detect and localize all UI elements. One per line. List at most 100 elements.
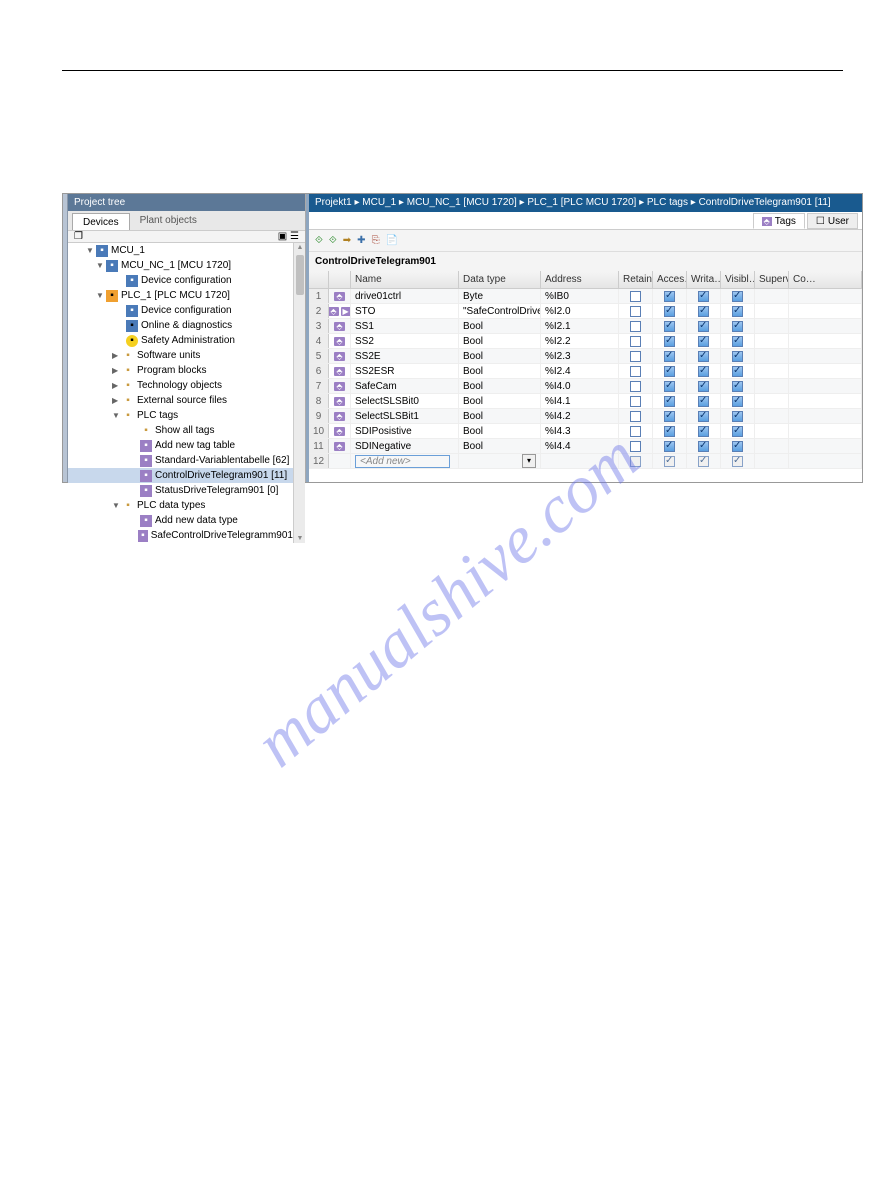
- col-visible[interactable]: Visibl…: [721, 271, 755, 288]
- tree-node[interactable]: ▶▪Software units: [68, 348, 293, 363]
- tree-scrollbar[interactable]: [293, 243, 305, 543]
- visib-checkbox[interactable]: [732, 456, 743, 467]
- tree-node[interactable]: ▪Safety Administration: [68, 333, 293, 348]
- col-supervis[interactable]: Supervis…: [755, 271, 789, 288]
- retain-checkbox[interactable]: [630, 366, 641, 377]
- retain-checkbox[interactable]: [630, 336, 641, 347]
- table-row[interactable]: 1⬘drive01ctrlByte%IB0: [309, 289, 862, 304]
- access-checkbox[interactable]: [664, 411, 675, 422]
- tree-node[interactable]: ▼▪PLC tags: [68, 408, 293, 423]
- access-checkbox[interactable]: [664, 396, 675, 407]
- retain-checkbox[interactable]: [630, 441, 641, 452]
- access-checkbox[interactable]: [664, 426, 675, 437]
- table-row[interactable]: 5⬘SS2EBool%I2.3: [309, 349, 862, 364]
- col-comment[interactable]: Co…: [789, 271, 862, 288]
- tree-node[interactable]: ▪StatusDriveTelegram901 [0]: [68, 483, 293, 498]
- tree-node[interactable]: ▶▪External source files: [68, 393, 293, 408]
- retain-checkbox[interactable]: [630, 411, 641, 422]
- visib-checkbox[interactable]: [732, 441, 743, 452]
- visib-checkbox[interactable]: [732, 426, 743, 437]
- col-address[interactable]: Address: [541, 271, 619, 288]
- tab-devices[interactable]: Devices: [72, 213, 130, 230]
- retain-checkbox[interactable]: [630, 456, 641, 467]
- visib-checkbox[interactable]: [732, 396, 743, 407]
- tree-node[interactable]: ▪Add new data type: [68, 513, 293, 528]
- tree-node[interactable]: ▪Device configuration: [68, 303, 293, 318]
- visib-checkbox[interactable]: [732, 366, 743, 377]
- retain-checkbox[interactable]: [630, 306, 641, 317]
- tree-node[interactable]: ▼▪PLC data types: [68, 498, 293, 513]
- table-row[interactable]: 11⬘SDINegativeBool%I4.4: [309, 439, 862, 454]
- tb-icon-3[interactable]: ➡: [343, 235, 351, 246]
- tb-icon-2[interactable]: ⟐: [329, 235, 337, 246]
- access-checkbox[interactable]: [664, 321, 675, 332]
- tree-node[interactable]: ▪Online & diagnostics: [68, 318, 293, 333]
- writa-checkbox[interactable]: [698, 396, 709, 407]
- access-checkbox[interactable]: [664, 351, 675, 362]
- tree-node[interactable]: ▶▪Technology objects: [68, 378, 293, 393]
- tb-icon-4[interactable]: ✚: [357, 235, 365, 246]
- tree-expand-icon[interactable]: ▣ ☰: [278, 231, 299, 242]
- tb-icon-1[interactable]: ⟐: [315, 235, 323, 246]
- writa-checkbox[interactable]: [698, 411, 709, 422]
- visib-checkbox[interactable]: [732, 411, 743, 422]
- visib-checkbox[interactable]: [732, 351, 743, 362]
- writa-checkbox[interactable]: [698, 441, 709, 452]
- col-access[interactable]: Acces…: [653, 271, 687, 288]
- breadcrumb[interactable]: Projekt1 ▸ MCU_1 ▸ MCU_NC_1 [MCU 1720] ▸…: [309, 194, 862, 212]
- access-checkbox[interactable]: [664, 336, 675, 347]
- access-checkbox[interactable]: [664, 366, 675, 377]
- retain-checkbox[interactable]: [630, 426, 641, 437]
- tab-plant-objects[interactable]: Plant objects: [130, 211, 207, 230]
- table-row[interactable]: 4⬘SS2Bool%I2.2: [309, 334, 862, 349]
- retain-checkbox[interactable]: [630, 321, 641, 332]
- retain-checkbox[interactable]: [630, 381, 641, 392]
- table-row[interactable]: 9⬘SelectSLSBit1Bool%I4.2: [309, 409, 862, 424]
- writa-checkbox[interactable]: [698, 291, 709, 302]
- table-row[interactable]: 7⬘SafeCamBool%I4.0: [309, 379, 862, 394]
- add-new-input[interactable]: <Add new>: [355, 455, 450, 468]
- table-row[interactable]: 2⬘▶STO"SafeControlDriveTel…%I2.0: [309, 304, 862, 319]
- table-row[interactable]: 6⬘SS2ESRBool%I2.4: [309, 364, 862, 379]
- access-checkbox[interactable]: [664, 456, 675, 467]
- tree-node[interactable]: ▪Show all tags: [68, 423, 293, 438]
- tree-view-icon[interactable]: ❐: [74, 231, 83, 242]
- writa-checkbox[interactable]: [698, 306, 709, 317]
- access-checkbox[interactable]: [664, 291, 675, 302]
- visib-checkbox[interactable]: [732, 321, 743, 332]
- col-name[interactable]: Name: [351, 271, 459, 288]
- writa-checkbox[interactable]: [698, 381, 709, 392]
- visib-checkbox[interactable]: [732, 291, 743, 302]
- writa-checkbox[interactable]: [698, 321, 709, 332]
- tree-node[interactable]: ▪SafeControlDriveTelegramm901: [68, 528, 293, 543]
- visib-checkbox[interactable]: [732, 306, 743, 317]
- tree-node[interactable]: ▪ControlDriveTelegram901 [11]: [68, 468, 293, 483]
- datatype-dropdown-icon[interactable]: ▾: [522, 454, 536, 468]
- writa-checkbox[interactable]: [698, 426, 709, 437]
- access-checkbox[interactable]: [664, 381, 675, 392]
- tab-tags[interactable]: ⬘Tags: [753, 213, 805, 229]
- tree-node[interactable]: ▪Device configuration: [68, 273, 293, 288]
- writa-checkbox[interactable]: [698, 366, 709, 377]
- col-writable[interactable]: Writa…: [687, 271, 721, 288]
- tb-icon-5[interactable]: ⎘: [372, 235, 380, 246]
- tree-node[interactable]: ▪Standard-Variablentabelle [62]: [68, 453, 293, 468]
- writa-checkbox[interactable]: [698, 351, 709, 362]
- project-tree[interactable]: ▼▪MCU_1▼▪MCU_NC_1 [MCU 1720]▪Device conf…: [68, 243, 293, 543]
- writa-checkbox[interactable]: [698, 456, 709, 467]
- retain-checkbox[interactable]: [630, 351, 641, 362]
- writa-checkbox[interactable]: [698, 336, 709, 347]
- tb-icon-6[interactable]: 📄: [386, 235, 398, 246]
- tree-node[interactable]: ▶▪Program blocks: [68, 363, 293, 378]
- table-row[interactable]: 8⬘SelectSLSBit0Bool%I4.1: [309, 394, 862, 409]
- visib-checkbox[interactable]: [732, 336, 743, 347]
- access-checkbox[interactable]: [664, 306, 675, 317]
- retain-checkbox[interactable]: [630, 291, 641, 302]
- col-retain[interactable]: Retain: [619, 271, 653, 288]
- table-row[interactable]: 3⬘SS1Bool%I2.1: [309, 319, 862, 334]
- visib-checkbox[interactable]: [732, 381, 743, 392]
- tree-node[interactable]: ▼▪MCU_1: [68, 243, 293, 258]
- tree-node[interactable]: ▼▪PLC_1 [PLC MCU 1720]: [68, 288, 293, 303]
- tab-user[interactable]: ☐User: [807, 213, 858, 229]
- col-datatype[interactable]: Data type: [459, 271, 541, 288]
